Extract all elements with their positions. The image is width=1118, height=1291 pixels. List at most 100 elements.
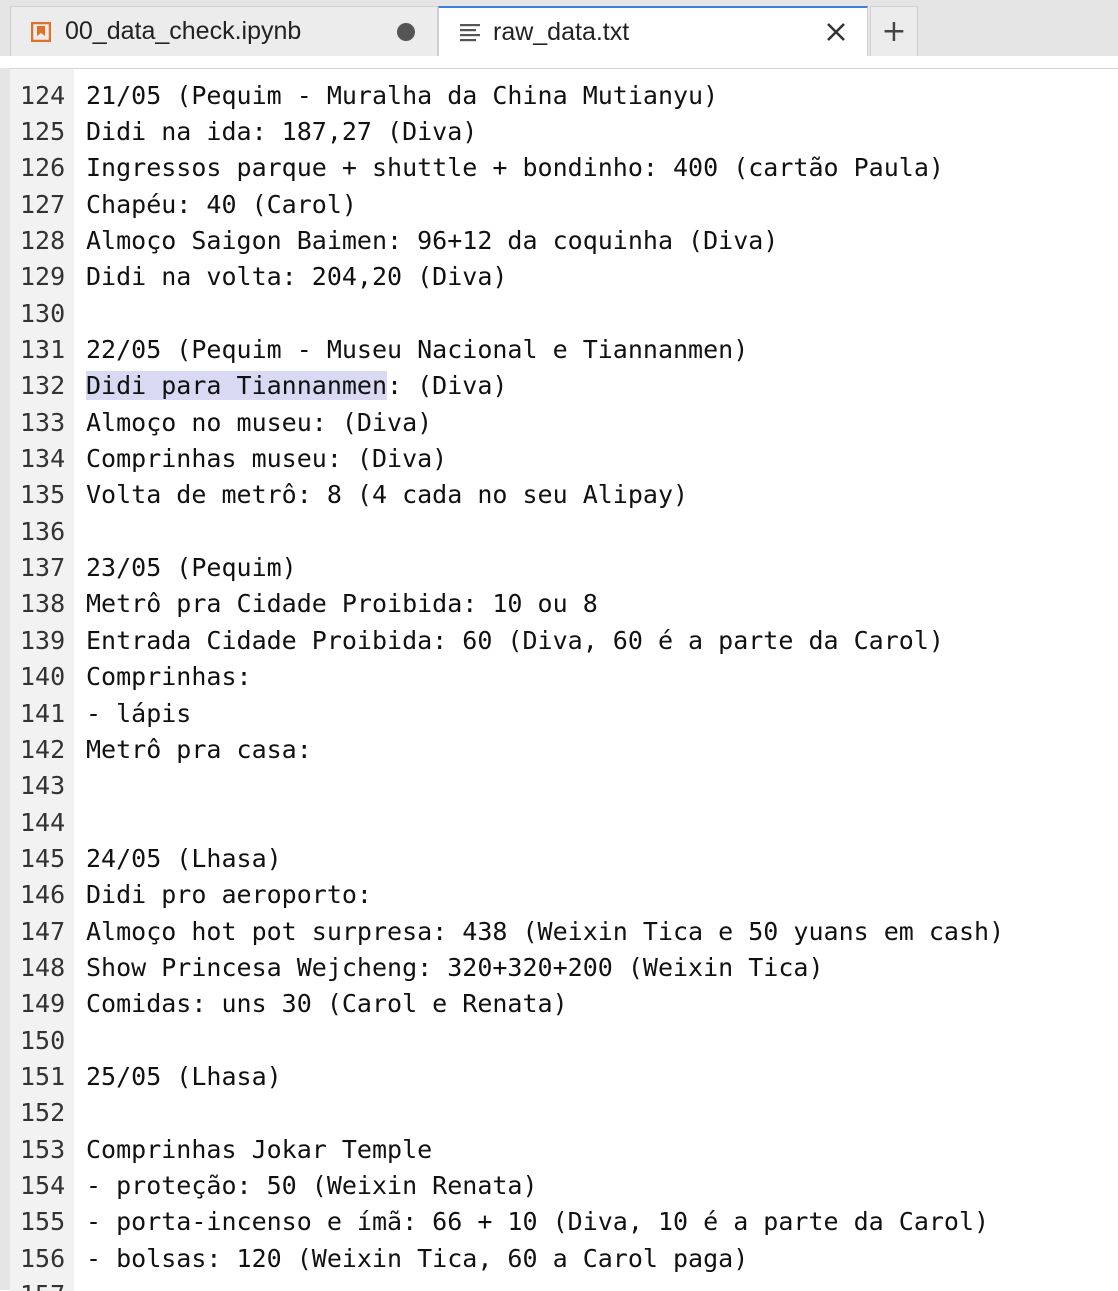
line-text[interactable]: Comprinhas Jokar Temple [74,1135,432,1164]
editor-line[interactable]: 142 Metrô pra casa: [10,731,1118,767]
notebook-icon [31,21,51,42]
editor-line[interactable]: 124 21/05 (Pequim - Muralha da China Muti… [10,77,1118,113]
editor-line[interactable]: 133 Almoço no museu: (Diva) [10,404,1118,440]
editor-line[interactable]: 125 Didi na ida: 187,27 (Diva) [10,113,1118,149]
line-number: 134 [20,444,66,474]
plus-icon: + [881,14,907,49]
text-selection[interactable]: Didi para Tiannanmen [86,371,388,401]
line-number: 125 [20,117,66,147]
editor-line[interactable]: 130 [10,295,1118,331]
line-text[interactable]: Chapéu: 40 (Carol) [74,190,357,219]
line-text[interactable]: - lápis [74,699,191,728]
tab-label: raw_data.txt [493,17,630,46]
line-text[interactable]: Comprinhas museu: (Diva) [74,444,447,473]
line-number: 124 [20,80,66,110]
line-number: 131 [20,335,66,365]
line-number: 127 [20,189,66,219]
line-text[interactable]: Ingressos parque + shuttle + bondinho: 4… [74,153,944,182]
editor-lines: 124 21/05 (Pequim - Muralha da China Muti… [10,77,1118,1291]
line-number: 146 [20,880,66,910]
editor-line[interactable]: 152 [10,1095,1118,1131]
editor-line[interactable]: 154 - proteção: 50 (Weixin Renata) [10,1167,1118,1203]
line-text[interactable]: Show Princesa Wejcheng: 320+320+200 (Wei… [74,953,824,982]
line-text[interactable]: Entrada Cidade Proibida: 60 (Diva, 60 é … [74,626,944,655]
tab-label: 00_data_check.ipynb [65,17,302,45]
tab-bar: 00_data_check.ipynb raw_data.txt + [0,0,1118,56]
line-text[interactable]: - bolsas: 120 (Weixin Tica, 60 a Carol p… [74,1244,748,1273]
line-number: 156 [20,1243,66,1273]
editor-line[interactable]: 155 - porta-incenso e ímã: 66 + 10 (Diva,… [10,1204,1118,1240]
line-number: 139 [20,625,66,655]
line-text[interactable]: - proteção: 50 (Weixin Renata) [74,1171,538,1200]
editor-line[interactable]: 132 Didi para Tiannanmen: (Diva) [10,368,1118,404]
editor-line[interactable]: 143 [10,768,1118,804]
line-text[interactable]: 22/05 (Pequim - Museu Nacional e Tiannan… [74,335,748,364]
line-number: 143 [20,771,66,801]
editor-line[interactable]: 145 24/05 (Lhasa) [10,840,1118,876]
line-number: 132 [20,371,66,401]
line-number: 141 [20,698,66,728]
editor-line[interactable]: 127 Chapéu: 40 (Carol) [10,186,1118,222]
editor-line[interactable]: 131 22/05 (Pequim - Museu Nacional e Tian… [10,331,1118,367]
editor-line[interactable]: 134 Comprinhas museu: (Diva) [10,440,1118,476]
line-text[interactable]: 23/05 (Pequim) [74,553,297,582]
line-text[interactable]: Metrô pra Cidade Proibida: 10 ou 8 [74,589,598,618]
editor-line[interactable]: 135 Volta de metrô: 8 (4 cada no seu Alip… [10,477,1118,513]
line-text[interactable]: 24/05 (Lhasa) [74,844,282,873]
line-number: 130 [20,298,66,328]
editor-line[interactable]: 148 Show Princesa Wejcheng: 320+320+200 (… [10,949,1118,985]
editor-line[interactable]: 140 Comprinhas: [10,659,1118,695]
editor-line[interactable]: 138 Metrô pra Cidade Proibida: 10 ou 8 [10,586,1118,622]
tab-raw-data[interactable]: raw_data.txt [438,6,868,56]
line-number: 137 [20,553,66,583]
editor-line[interactable]: 156 - bolsas: 120 (Weixin Tica, 60 a Caro… [10,1240,1118,1276]
line-text[interactable]: Metrô pra casa: [74,735,312,764]
line-number: 155 [20,1207,66,1237]
editor-line[interactable]: 128 Almoço Saigon Baimen: 96+12 da coquin… [10,222,1118,258]
editor-line[interactable]: 144 [10,804,1118,840]
editor-line[interactable]: 149 Comidas: uns 30 (Carol e Renata) [10,986,1118,1022]
line-text[interactable]: Almoço hot pot surpresa: 438 (Weixin Tic… [74,917,1004,946]
editor-line[interactable]: 137 23/05 (Pequim) [10,549,1118,585]
line-number: 142 [20,734,66,764]
text-editor[interactable]: 124 21/05 (Pequim - Muralha da China Muti… [10,68,1118,1291]
line-number: 140 [20,662,66,692]
line-number: 144 [20,807,66,837]
line-text[interactable]: Comprinhas: [74,662,252,691]
tab-bar-divider [0,56,1118,68]
editor-line[interactable]: 129 Didi na volta: 204,20 (Diva) [10,259,1118,295]
editor-line[interactable]: 151 25/05 (Lhasa) [10,1058,1118,1094]
line-text[interactable]: Almoço no museu: (Diva) [74,408,432,437]
line-text[interactable]: Didi na volta: 204,20 (Diva) [74,262,507,291]
editor-line[interactable]: 157 [10,1276,1118,1291]
line-number: 152 [20,1098,66,1128]
line-text[interactable]: Almoço Saigon Baimen: 96+12 da coquinha … [74,226,778,255]
tab-notebook[interactable]: 00_data_check.ipynb [10,6,438,56]
line-number: 147 [20,916,66,946]
editor-line[interactable]: 146 Didi pro aeroporto: [10,877,1118,913]
left-rail [0,68,10,1290]
editor-line[interactable]: 126 Ingressos parque + shuttle + bondinho… [10,150,1118,186]
line-text[interactable]: - porta-incenso e ímã: 66 + 10 (Diva, 10… [74,1207,989,1236]
line-text[interactable]: 25/05 (Lhasa) [74,1062,282,1091]
line-number: 153 [20,1134,66,1164]
add-tab-button[interactable]: + [870,6,918,56]
line-text[interactable]: Didi para Tiannanmen: (Diva) [74,371,507,401]
line-number: 135 [20,480,66,510]
line-text[interactable]: Comidas: uns 30 (Carol e Renata) [74,989,568,1018]
line-text[interactable]: Didi pro aeroporto: [74,880,372,909]
editor-line[interactable]: 153 Comprinhas Jokar Temple [10,1131,1118,1167]
line-number: 154 [20,1170,66,1200]
close-icon[interactable] [825,21,847,43]
line-text[interactable]: Didi na ida: 187,27 (Diva) [74,117,477,146]
line-number: 138 [20,589,66,619]
text-file-icon [460,24,480,42]
line-text[interactable]: 21/05 (Pequim - Muralha da China Mutiany… [74,81,718,110]
line-text[interactable]: Volta de metrô: 8 (4 cada no seu Alipay) [74,480,688,509]
unsaved-dot-icon[interactable] [397,22,415,41]
editor-line[interactable]: 147 Almoço hot pot surpresa: 438 (Weixin … [10,913,1118,949]
editor-line[interactable]: 150 [10,1022,1118,1058]
editor-line[interactable]: 136 [10,513,1118,549]
editor-line[interactable]: 141 - lápis [10,695,1118,731]
editor-line[interactable]: 139 Entrada Cidade Proibida: 60 (Diva, 60… [10,622,1118,658]
